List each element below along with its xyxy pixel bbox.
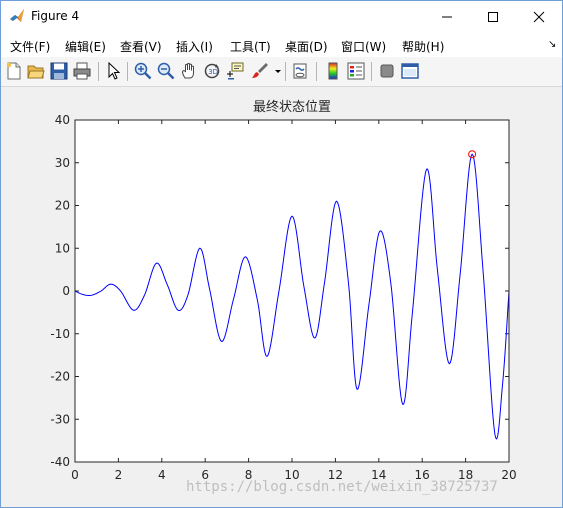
figure-canvas[interactable]: 最终状态位置 -40 -30 -20 -10 0 10 20 30 40 0 2 4 6 8 10 12 14… <box>1 87 562 507</box>
watermark: https://blog.csdn.net/weixin_38725737 <box>186 479 498 495</box>
show-plot-tools-icon[interactable] <box>401 62 419 80</box>
menu-file[interactable]: 文件(F) <box>10 38 50 55</box>
y-tick-label: 40 <box>55 113 70 127</box>
close-icon <box>533 11 545 23</box>
y-tick-label: 20 <box>55 199 70 213</box>
brush-dropdown-icon[interactable] <box>272 62 290 80</box>
hide-plot-tools-icon[interactable] <box>378 62 396 80</box>
maximize-icon <box>488 12 498 22</box>
menu-bar: 文件(F) 编辑(E) 查看(V) 插入(I) 工具(T) 桌面(D) 窗口(W… <box>1 32 562 57</box>
menu-view[interactable]: 查看(V) <box>120 38 162 55</box>
svg-text:3D: 3D <box>208 68 218 76</box>
x-tick-label: 4 <box>158 468 166 482</box>
close-button[interactable] <box>516 1 562 32</box>
menu-desktop[interactable]: 桌面(D) <box>285 38 328 55</box>
minimize-icon <box>442 16 452 18</box>
menu-edit[interactable]: 编辑(E) <box>65 38 106 55</box>
y-tick-label: 0 <box>62 284 70 298</box>
matlab-logo-icon <box>9 8 25 24</box>
save-icon[interactable] <box>50 62 68 80</box>
toolbar-separator <box>371 62 372 81</box>
colorbar-icon[interactable] <box>324 62 342 80</box>
y-tick-label: 30 <box>55 156 70 170</box>
zoom-out-icon[interactable] <box>157 62 175 80</box>
y-tick-label: -20 <box>50 370 70 384</box>
print-icon[interactable] <box>73 62 91 80</box>
menu-tools[interactable]: 工具(T) <box>230 38 271 55</box>
pan-icon[interactable] <box>180 62 198 80</box>
minimize-button[interactable] <box>424 1 470 32</box>
brush-icon[interactable] <box>251 62 269 80</box>
x-tick-label: 20 <box>501 468 516 482</box>
axes-background <box>75 120 509 462</box>
menu-help[interactable]: 帮助(H) <box>402 38 444 55</box>
plot-area[interactable]: 最终状态位置 -40-30-20-10010203040 0 2 4 6 8 10 12 14… <box>1 87 562 507</box>
y-tick-label: -30 <box>50 412 70 426</box>
toolbar-separator <box>98 62 99 81</box>
x-tick-label: 0 <box>71 468 79 482</box>
toolbar-separator <box>127 62 128 81</box>
y-tick-label: -10 <box>50 327 70 341</box>
chart-title: 最终状态位置 <box>253 99 331 115</box>
legend-icon[interactable] <box>347 62 365 80</box>
y-tick-label: 10 <box>55 241 70 255</box>
maximize-button[interactable] <box>470 1 516 32</box>
x-tick-label: 2 <box>115 468 123 482</box>
zoom-in-icon[interactable] <box>134 62 152 80</box>
y-tick-label: -40 <box>50 455 70 469</box>
rotate-3d-icon[interactable]: 3D <box>203 62 221 80</box>
toolbar-separator <box>316 62 317 81</box>
open-file-icon[interactable] <box>27 62 45 80</box>
figure-window: Figure 4 文件(F) 编辑(E) 查看(V) 插入(I) 工具(T) 桌… <box>0 0 563 508</box>
window-title: Figure 4 <box>31 9 80 23</box>
new-figure-icon[interactable] <box>5 62 23 80</box>
data-cursor-icon[interactable] <box>226 62 244 80</box>
link-plot-icon[interactable] <box>291 62 309 80</box>
menu-insert[interactable]: 插入(I) <box>176 38 213 55</box>
toolbar: 3D <box>1 57 562 87</box>
edit-plot-icon[interactable] <box>105 61 123 80</box>
menu-window[interactable]: 窗口(W) <box>341 38 386 55</box>
menu-overflow-icon[interactable]: ↘ <box>548 39 556 50</box>
toolbar-separator <box>285 62 286 81</box>
title-bar[interactable]: Figure 4 <box>1 1 562 32</box>
